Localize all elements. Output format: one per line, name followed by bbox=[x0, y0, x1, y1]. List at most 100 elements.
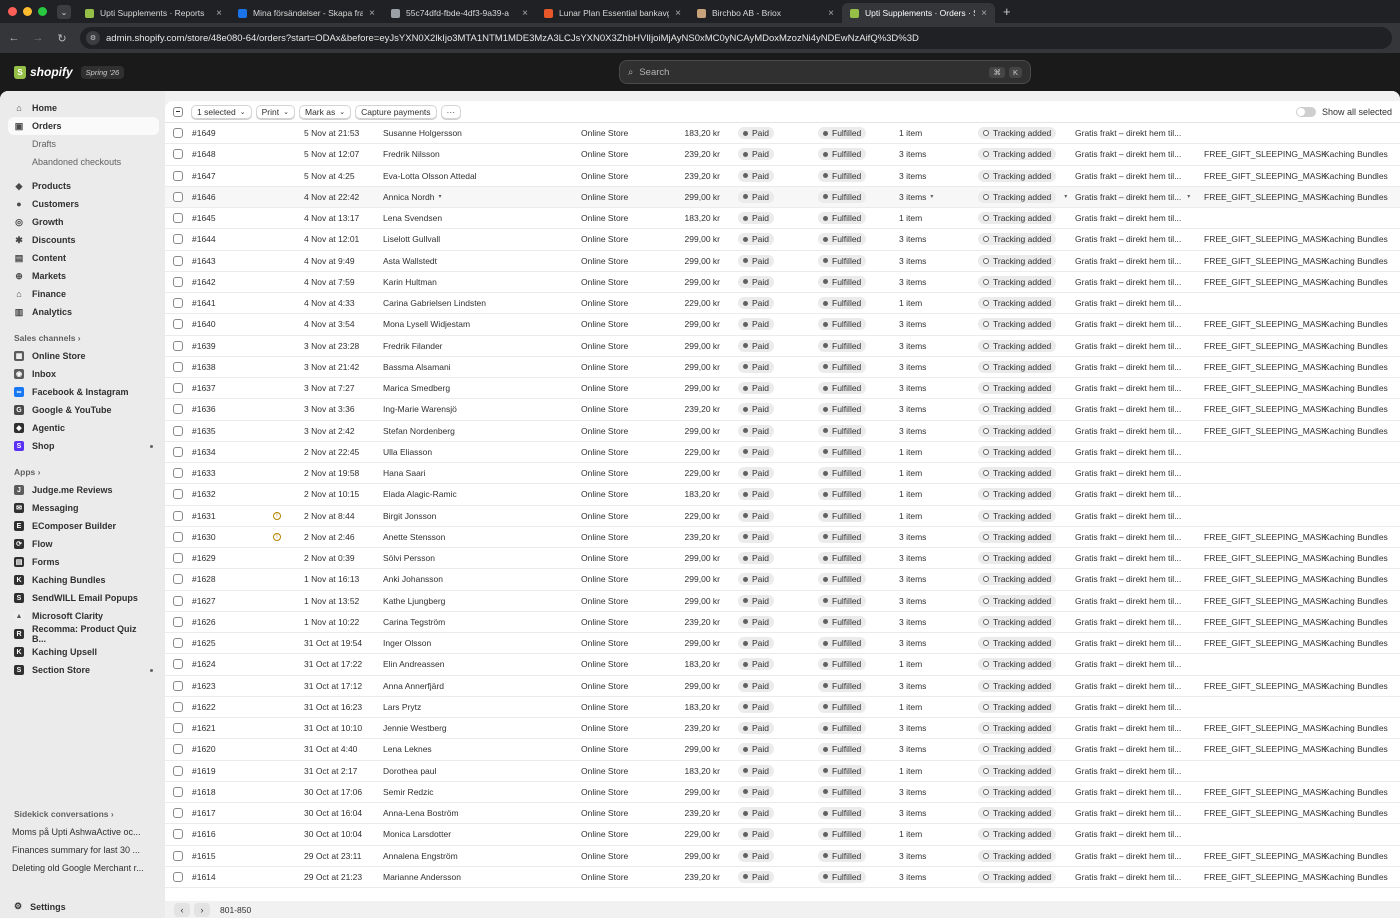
order-number[interactable]: #1624 bbox=[192, 654, 216, 674]
order-number[interactable]: #1644 bbox=[192, 229, 216, 249]
close-tab-icon[interactable]: × bbox=[981, 8, 987, 19]
table-row[interactable]: #1644 4 Nov at 12:01 Liselott Gullvall Onli… bbox=[165, 229, 1400, 251]
row-checkbox[interactable] bbox=[173, 808, 183, 819]
row-checkbox[interactable] bbox=[173, 361, 183, 372]
order-number[interactable]: #1633 bbox=[192, 463, 216, 483]
sidebar-app[interactable]: K Kaching Bundles bbox=[8, 571, 159, 589]
row-checkbox[interactable] bbox=[173, 659, 183, 670]
sidebar-item-drafts[interactable]: Drafts bbox=[8, 135, 159, 153]
sidebar-item-abandoned-checkouts[interactable]: Abandoned checkouts bbox=[8, 153, 159, 171]
order-number[interactable]: #1629 bbox=[192, 548, 216, 568]
table-row[interactable]: #1635 3 Nov at 2:42 Stefan Nordenberg Onlin… bbox=[165, 421, 1400, 442]
row-checkbox[interactable] bbox=[173, 553, 183, 564]
table-row[interactable]: #1614 29 Oct at 21:23 Marianne Andersson On… bbox=[165, 867, 1400, 888]
table-row[interactable]: #1622 31 Oct at 16:23 Lars Prytz Online Sto… bbox=[165, 697, 1400, 718]
order-number[interactable]: #1618 bbox=[192, 782, 216, 802]
row-checkbox[interactable] bbox=[173, 234, 183, 245]
browser-tab[interactable]: Birchbo AB - Briox × bbox=[689, 3, 842, 23]
select-all-checkbox[interactable] bbox=[173, 106, 183, 117]
row-checkbox[interactable] bbox=[173, 510, 183, 521]
order-number[interactable]: #1635 bbox=[192, 421, 216, 441]
row-checkbox[interactable] bbox=[173, 616, 183, 627]
order-number[interactable]: #1628 bbox=[192, 569, 216, 589]
row-checkbox[interactable] bbox=[173, 468, 183, 479]
row-checkbox[interactable] bbox=[173, 191, 183, 202]
sidebar-app[interactable]: E EComposer Builder bbox=[8, 517, 159, 535]
order-number[interactable]: #1637 bbox=[192, 378, 216, 398]
table-row[interactable]: #1628 1 Nov at 16:13 Anki Johansson Online … bbox=[165, 569, 1400, 591]
order-number[interactable]: #1619 bbox=[192, 761, 216, 781]
sidebar-app[interactable]: S Section Store bbox=[8, 661, 159, 679]
chevron-down-icon[interactable]: ▾ bbox=[439, 193, 442, 200]
table-row[interactable]: #1617 30 Oct at 16:04 Anna-Lena Boström Onl… bbox=[165, 803, 1400, 825]
sidebar-item-products[interactable]: ◆ Products bbox=[8, 177, 159, 195]
row-checkbox[interactable] bbox=[173, 149, 183, 160]
sidebar-item-growth[interactable]: ◎ Growth bbox=[8, 213, 159, 231]
row-checkbox[interactable] bbox=[173, 744, 183, 755]
row-checkbox[interactable] bbox=[173, 765, 183, 776]
table-row[interactable]: #1648 5 Nov at 12:07 Fredrik Nilsson Online… bbox=[165, 144, 1400, 166]
table-row[interactable]: #1641 4 Nov at 4:33 Carina Gabrielsen Lind… bbox=[165, 293, 1400, 315]
order-number[interactable]: #1617 bbox=[192, 803, 216, 823]
order-number[interactable]: #1649 bbox=[192, 123, 216, 143]
sidekick-conversation[interactable]: Finances summary for last 30 ... bbox=[8, 841, 159, 859]
order-number[interactable]: #1639 bbox=[192, 336, 216, 356]
table-row[interactable]: #1625 31 Oct at 19:54 Inger Olsson Online S… bbox=[165, 633, 1400, 655]
table-row[interactable]: #1620 31 Oct at 4:40 Lena Leknes Online Sto… bbox=[165, 739, 1400, 761]
order-number[interactable]: #1632 bbox=[192, 484, 216, 504]
capture-payments-button[interactable]: Capture payments bbox=[355, 104, 437, 119]
table-row[interactable]: #1626 1 Nov at 10:22 Carina Tegström Online… bbox=[165, 612, 1400, 633]
table-row[interactable]: #1630! 2 Nov at 2:46 Anette Stensson Online… bbox=[165, 527, 1400, 548]
order-number[interactable]: #1615 bbox=[192, 846, 216, 866]
order-number[interactable]: #1645 bbox=[192, 208, 216, 228]
table-row[interactable]: #1639 3 Nov at 23:28 Fredrik Filander Onlin… bbox=[165, 336, 1400, 357]
row-checkbox[interactable] bbox=[173, 871, 183, 882]
show-all-selected[interactable]: Show all selected bbox=[1295, 106, 1392, 117]
chevron-down-icon[interactable]: ▾ bbox=[930, 193, 933, 200]
address-bar[interactable]: ⚙ admin.shopify.com/store/48e080-64/orde… bbox=[80, 27, 1392, 49]
browser-tab[interactable]: Mina försändelser - Skapa frakt × bbox=[230, 3, 383, 23]
row-checkbox[interactable] bbox=[173, 723, 183, 734]
close-tab-icon[interactable]: × bbox=[675, 8, 681, 19]
order-number[interactable]: #1627 bbox=[192, 591, 216, 611]
table-row[interactable]: #1645 4 Nov at 13:17 Lena Svendsen Online S… bbox=[165, 208, 1400, 230]
risk-warning-icon[interactable]: ! bbox=[273, 532, 281, 541]
row-checkbox[interactable] bbox=[173, 340, 183, 351]
row-checkbox[interactable] bbox=[173, 404, 183, 415]
close-window-button[interactable] bbox=[8, 7, 17, 16]
row-checkbox[interactable] bbox=[173, 128, 183, 139]
row-checkbox[interactable] bbox=[173, 446, 183, 457]
browser-tab[interactable]: Upti Supplements · Reports × bbox=[77, 3, 230, 23]
table-row[interactable]: #1637 3 Nov at 7:27 Marica Smedberg Online … bbox=[165, 378, 1400, 400]
sidebar-item-analytics[interactable]: ▥ Analytics bbox=[8, 303, 159, 321]
row-checkbox[interactable] bbox=[173, 489, 183, 500]
order-number[interactable]: #1646 bbox=[192, 187, 216, 207]
order-number[interactable]: #1614 bbox=[192, 867, 216, 887]
close-tab-icon[interactable]: × bbox=[369, 8, 375, 19]
table-row[interactable]: #1623 31 Oct at 17:12 Anna Annerfjärd Onlin… bbox=[165, 676, 1400, 697]
sidebar-app[interactable]: ▲ Microsoft Clarity bbox=[8, 607, 159, 625]
browser-tab[interactable]: Upti Supplements · Orders · S × bbox=[842, 3, 995, 23]
table-row[interactable]: #1624 31 Oct at 17:22 Elin Andreassen Onlin… bbox=[165, 654, 1400, 676]
order-number[interactable]: #1643 bbox=[192, 251, 216, 271]
order-number[interactable]: #1616 bbox=[192, 824, 216, 844]
table-row[interactable]: #1643 4 Nov at 9:49 Asta Wallstedt Online S… bbox=[165, 251, 1400, 272]
reload-icon[interactable]: ↻ bbox=[56, 32, 68, 45]
table-row[interactable]: #1618 30 Oct at 17:06 Semir Redzic Online S… bbox=[165, 782, 1400, 803]
sidebar-channel[interactable]: G Google & YouTube bbox=[8, 401, 159, 419]
row-checkbox[interactable] bbox=[173, 213, 183, 224]
table-row[interactable]: #1647 5 Nov at 4:25 Eva-Lotta Olsson Atted… bbox=[165, 166, 1400, 187]
row-checkbox[interactable] bbox=[173, 786, 183, 797]
sidebar-item-markets[interactable]: ⊕ Markets bbox=[8, 267, 159, 285]
show-all-toggle[interactable] bbox=[1295, 106, 1316, 117]
site-info-icon[interactable]: ⚙ bbox=[86, 31, 100, 45]
order-number[interactable]: #1622 bbox=[192, 697, 216, 717]
sidebar-app[interactable]: K Kaching Upsell bbox=[8, 643, 159, 661]
table-row[interactable]: #1616 30 Oct at 10:04 Monica Larsdotter Onl… bbox=[165, 824, 1400, 846]
new-tab-plus-icon[interactable]: + bbox=[995, 4, 1019, 23]
items-cell[interactable]: 3 items ▾ bbox=[899, 187, 933, 207]
sidebar-item-orders[interactable]: ▣ Orders bbox=[8, 117, 159, 135]
maximize-window-button[interactable] bbox=[38, 7, 47, 16]
table-row[interactable]: #1642 4 Nov at 7:59 Karin Hultman Online St… bbox=[165, 272, 1400, 293]
sidebar-item-finance[interactable]: ⌂ Finance bbox=[8, 285, 159, 303]
